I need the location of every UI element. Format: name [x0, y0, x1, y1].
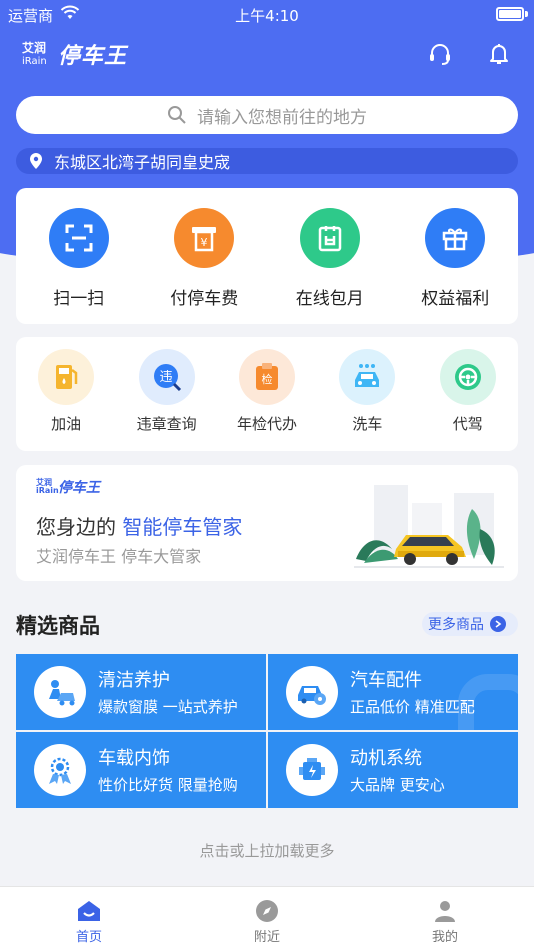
action-pay-parking-label: 付停车费	[170, 289, 239, 309]
status-time: 上午4:10	[235, 7, 299, 25]
logo-small-en: iRain	[22, 56, 47, 67]
app-logo: 艾润 iRain 停车王	[22, 40, 182, 70]
action-scan[interactable]: 扫一扫	[24, 208, 134, 309]
banner-logo-small: 艾润 iRain	[36, 479, 59, 495]
banner-logo-en: iRain	[36, 486, 59, 495]
load-more-button[interactable]: 点击或上拉加载更多	[0, 840, 534, 861]
more-products-button[interactable]: 更多商品	[422, 612, 518, 636]
product-cleaning[interactable]: 清洁养护 爆款窗膜 一站式养护	[16, 654, 266, 730]
tab-home-label: 首页	[75, 930, 102, 945]
product-parts-title: 汽车配件	[350, 670, 422, 691]
product-cleaning-subtitle: 爆款窗膜 一站式养护	[98, 698, 238, 716]
banner-title-prefix: 您身边的	[36, 515, 116, 539]
product-engine-title: 动机系统	[350, 748, 422, 769]
car-illustration	[354, 485, 504, 568]
search-icon	[168, 106, 186, 124]
tab-home[interactable]: 首页	[29, 887, 149, 950]
service-car-wash[interactable]: 洗车	[322, 349, 412, 434]
location-bar[interactable]: 东城区北湾子胡同皇史宬	[16, 148, 518, 174]
product-interior[interactable]: 车载内饰 性价比好货 限量抢购	[16, 732, 266, 808]
action-benefits-label: 权益福利	[421, 289, 490, 309]
action-pay-parking[interactable]: ¥ 付停车费	[149, 208, 259, 309]
violation-glyph: 违	[159, 370, 172, 385]
action-benefits[interactable]: 权益福利	[400, 208, 510, 309]
car-wash-icon	[339, 349, 396, 405]
banner-title-highlight: 智能停车管家	[122, 515, 243, 539]
decorative-shape	[458, 674, 518, 730]
engine-icon	[286, 744, 338, 796]
calendar-icon	[299, 208, 360, 268]
location-pin-icon	[30, 153, 42, 169]
status-bar: 运营商 上午4:10	[0, 0, 534, 30]
bell-icon[interactable]	[487, 42, 511, 66]
services-card: 加油 违 违章查询 检 年检代办 洗车 代驾	[16, 337, 518, 451]
service-driver[interactable]: 代驾	[423, 349, 513, 434]
product-engine[interactable]: 动机系统 大品牌 更安心	[268, 732, 518, 808]
product-parts[interactable]: 汽车配件 正品低价 精准匹配	[268, 654, 518, 730]
service-violation[interactable]: 违 违章查询	[122, 349, 212, 434]
svg-text:¥: ¥	[201, 236, 208, 249]
service-car-wash-label: 洗车	[352, 415, 383, 433]
gift-icon	[425, 208, 486, 268]
tab-bar: 首页 附近 我的	[0, 886, 534, 950]
action-monthly-label: 在线包月	[295, 289, 364, 309]
headset-icon[interactable]	[428, 42, 452, 66]
location-text: 东城区北湾子胡同皇史宬	[54, 153, 231, 172]
interior-icon	[34, 744, 86, 796]
home-icon	[78, 901, 100, 921]
product-interior-title: 车载内饰	[98, 748, 170, 769]
service-fuel[interactable]: 加油	[21, 349, 111, 434]
banner-title: 您身边的 智能停车管家	[36, 511, 242, 540]
violation-icon: 违	[138, 349, 195, 405]
product-cleaning-title: 清洁养护	[98, 670, 170, 691]
search-placeholder: 请输入您想前往的地方	[197, 107, 367, 128]
tab-profile[interactable]: 我的	[385, 887, 505, 950]
product-engine-subtitle: 大品牌 更安心	[350, 776, 445, 794]
banner-subtitle: 艾润停车王 停车大管家	[36, 547, 202, 566]
app-screen: 运营商 上午4:10 艾润 iRain 停车王 请输入您想前往的地方 东城区北湾…	[0, 0, 534, 950]
section-title: 精选商品	[16, 614, 100, 638]
inspection-icon: 检	[238, 349, 295, 405]
steering-wheel-icon	[439, 349, 496, 405]
service-violation-label: 违章查询	[136, 415, 197, 433]
product-interior-subtitle: 性价比好货 限量抢购	[98, 776, 238, 794]
tab-nearby-label: 附近	[253, 930, 280, 945]
logo-small-cn: 艾润	[22, 41, 47, 55]
scan-icon	[48, 208, 109, 268]
fuel-icon	[38, 349, 95, 405]
action-monthly[interactable]: 在线包月	[275, 208, 385, 309]
tab-profile-label: 我的	[431, 930, 458, 945]
search-input[interactable]: 请输入您想前往的地方	[16, 96, 518, 134]
pay-parking-icon: ¥	[174, 208, 235, 268]
service-inspection-label: 年检代办	[236, 415, 297, 433]
banner-logo-main: 停车王	[58, 480, 100, 496]
car-cleaning-icon	[34, 666, 86, 718]
inspection-glyph: 检	[261, 372, 272, 386]
battery-cap	[525, 11, 528, 17]
battery-icon	[496, 7, 524, 21]
service-inspection[interactable]: 检 年检代办	[222, 349, 312, 434]
promo-banner[interactable]: 艾润 iRain 停车王 您身边的 智能停车管家 艾润停车王 停车大管家	[16, 465, 518, 581]
main-actions-card: 扫一扫 ¥ 付停车费 在线包月 权益福利	[16, 188, 518, 324]
product-parts-subtitle: 正品低价 精准匹配	[350, 698, 475, 716]
service-fuel-label: 加油	[51, 415, 82, 433]
chevron-right-icon	[490, 616, 506, 632]
service-driver-label: 代驾	[452, 415, 483, 433]
logo-main: 停车王	[58, 44, 128, 69]
product-grid: 清洁养护 爆款窗膜 一站式养护 汽车配件 正品低价 精准匹配 车载内饰 性价比好…	[16, 654, 518, 808]
more-products-label: 更多商品	[428, 617, 484, 633]
car-parts-icon	[286, 666, 338, 718]
compass-icon	[256, 900, 278, 922]
logo-small: 艾润 iRain	[22, 42, 47, 68]
tab-nearby[interactable]: 附近	[207, 887, 327, 950]
profile-icon	[435, 901, 455, 922]
action-scan-label: 扫一扫	[53, 289, 105, 309]
